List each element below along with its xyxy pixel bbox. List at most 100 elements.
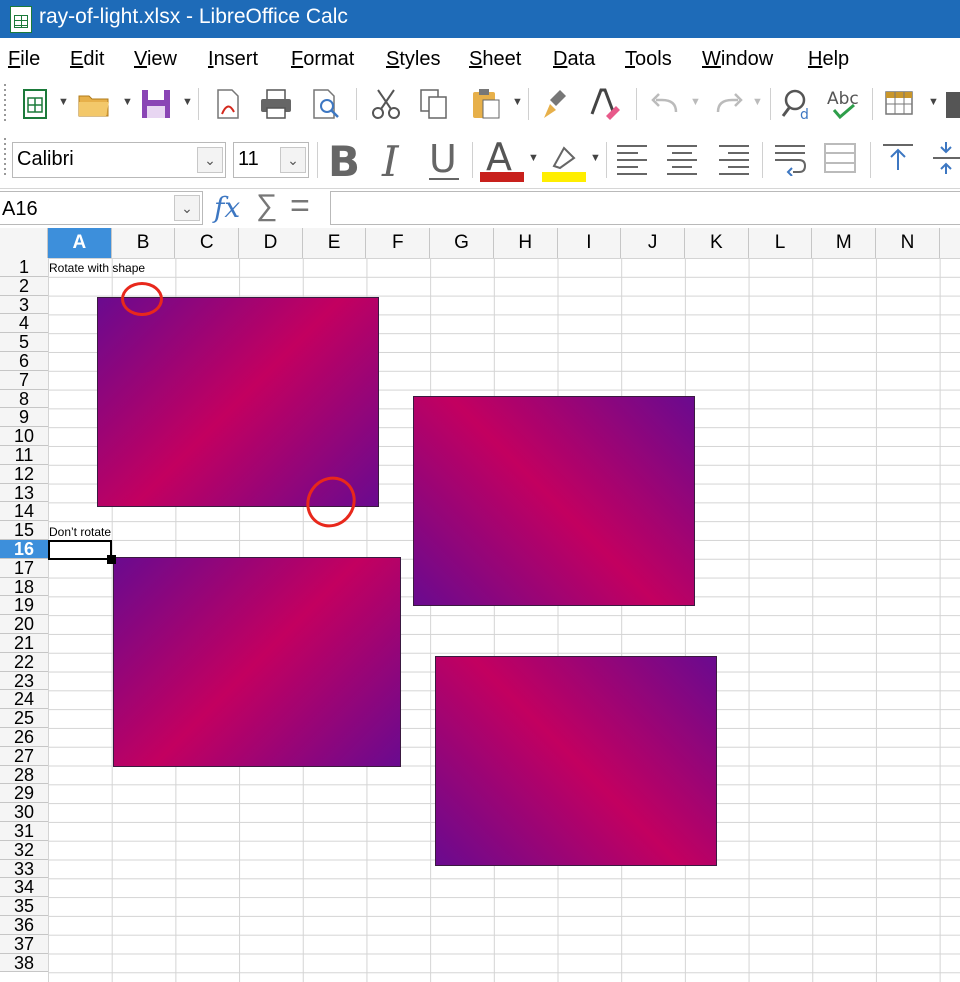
- font-color-icon[interactable]: A: [480, 136, 524, 182]
- paste-dropdown-icon[interactable]: ▼: [512, 96, 523, 108]
- cell-a1[interactable]: Rotate with shape: [49, 261, 145, 275]
- sum-icon[interactable]: ∑: [256, 189, 277, 223]
- font-name-box[interactable]: Calibri ⌄: [12, 142, 226, 178]
- row-header-14[interactable]: 14: [0, 502, 48, 522]
- open-folder-icon[interactable]: [76, 86, 112, 122]
- underline-icon[interactable]: U: [425, 138, 465, 182]
- row-header-11[interactable]: 11: [0, 446, 48, 465]
- row-column-dropdown-icon[interactable]: ▼: [928, 96, 939, 108]
- new-spreadsheet-icon[interactable]: [18, 86, 54, 122]
- undo-icon[interactable]: [648, 86, 684, 122]
- menu-styles[interactable]: Styles: [386, 48, 440, 71]
- row-header-32[interactable]: 32: [0, 840, 48, 860]
- row-header-9[interactable]: 9: [0, 408, 48, 428]
- menu-edit[interactable]: Edit: [70, 48, 104, 71]
- row-header-2[interactable]: 2: [0, 276, 48, 296]
- row-header-6[interactable]: 6: [0, 352, 48, 371]
- formula-input[interactable]: [330, 191, 960, 225]
- function-wizard-icon[interactable]: fx: [214, 191, 240, 224]
- align-left-icon[interactable]: [614, 140, 650, 176]
- chevron-down-icon[interactable]: ⌄: [197, 147, 223, 173]
- row-header-17[interactable]: 17: [0, 558, 48, 578]
- menu-tools[interactable]: Tools: [625, 48, 672, 71]
- copy-icon[interactable]: [416, 86, 452, 122]
- row-header-34[interactable]: 34: [0, 878, 48, 898]
- open-dropdown-icon[interactable]: ▼: [122, 96, 133, 108]
- merge-cells-icon[interactable]: [822, 140, 858, 176]
- row-header-24[interactable]: 24: [0, 690, 48, 710]
- toolbar-grip[interactable]: [4, 138, 6, 178]
- paste-icon[interactable]: [468, 86, 504, 122]
- print-icon[interactable]: [258, 86, 294, 122]
- formula-icon[interactable]: =: [290, 187, 310, 226]
- toolbar-grip[interactable]: [4, 84, 6, 122]
- font-size-box[interactable]: 11 ⌄: [233, 142, 309, 178]
- row-header-26[interactable]: 26: [0, 728, 48, 747]
- redo-dropdown-icon[interactable]: ▼: [752, 96, 763, 108]
- row-header-28[interactable]: 28: [0, 765, 48, 785]
- chevron-down-icon[interactable]: ⌄: [280, 147, 306, 173]
- row-header-1[interactable]: 1: [0, 258, 48, 277]
- menu-help[interactable]: Help: [808, 48, 849, 71]
- active-cell-cursor[interactable]: [48, 540, 112, 560]
- menu-view[interactable]: View: [134, 48, 177, 71]
- export-pdf-icon[interactable]: [210, 86, 246, 122]
- row-header-25[interactable]: 25: [0, 709, 48, 728]
- center-vertically-icon[interactable]: [930, 140, 960, 176]
- insert-table-icon[interactable]: [944, 86, 960, 122]
- highlighting-color-icon[interactable]: [542, 136, 586, 182]
- row-header-35[interactable]: 35: [0, 897, 48, 916]
- select-all-corner[interactable]: [0, 228, 48, 258]
- menu-sheet[interactable]: Sheet: [469, 48, 521, 71]
- column-header-i[interactable]: I: [558, 228, 622, 258]
- row-header-27[interactable]: 27: [0, 746, 48, 766]
- row-header-20[interactable]: 20: [0, 615, 48, 634]
- cell-a15[interactable]: Don’t rotate: [49, 525, 111, 539]
- row-header-33[interactable]: 33: [0, 859, 48, 879]
- font-color-dropdown-icon[interactable]: ▼: [528, 152, 539, 164]
- gradient-shape-bottom-right[interactable]: [435, 656, 717, 866]
- clone-formatting-icon[interactable]: [538, 86, 574, 122]
- column-header-g[interactable]: G: [430, 228, 494, 258]
- row-header-10[interactable]: 10: [0, 427, 48, 446]
- column-header-d[interactable]: D: [239, 228, 303, 258]
- menu-format[interactable]: Format: [291, 48, 354, 71]
- row-header-8[interactable]: 8: [0, 389, 48, 409]
- menu-file[interactable]: File: [8, 48, 40, 71]
- row-header-22[interactable]: 22: [0, 652, 48, 672]
- save-dropdown-icon[interactable]: ▼: [182, 96, 193, 108]
- row-header-21[interactable]: 21: [0, 634, 48, 653]
- column-header-m[interactable]: M: [812, 228, 877, 258]
- align-right-icon[interactable]: [716, 140, 752, 176]
- new-dropdown-icon[interactable]: ▼: [58, 96, 69, 108]
- row-column-icon[interactable]: [882, 86, 918, 122]
- row-header-29[interactable]: 29: [0, 784, 48, 804]
- gradient-shape-top-left[interactable]: [97, 297, 379, 507]
- redo-icon[interactable]: [710, 86, 746, 122]
- align-center-icon[interactable]: [664, 140, 700, 176]
- row-header-5[interactable]: 5: [0, 333, 48, 352]
- column-header-b[interactable]: B: [112, 228, 176, 258]
- align-top-icon[interactable]: [880, 140, 916, 176]
- row-header-13[interactable]: 13: [0, 483, 48, 503]
- column-header-k[interactable]: K: [685, 228, 749, 258]
- menu-window[interactable]: Window: [702, 48, 773, 71]
- row-header-12[interactable]: 12: [0, 464, 48, 484]
- menu-insert[interactable]: Insert: [208, 48, 258, 71]
- highlight-dropdown-icon[interactable]: ▼: [590, 152, 601, 164]
- find-replace-icon[interactable]: d: [780, 86, 816, 122]
- column-header-e[interactable]: E: [303, 228, 367, 258]
- column-header-j[interactable]: J: [621, 228, 685, 258]
- row-header-23[interactable]: 23: [0, 671, 48, 691]
- row-header-37[interactable]: 37: [0, 934, 48, 954]
- wrap-text-icon[interactable]: [772, 140, 808, 176]
- row-header-30[interactable]: 30: [0, 803, 48, 822]
- undo-dropdown-icon[interactable]: ▼: [690, 96, 701, 108]
- column-header-c[interactable]: C: [175, 228, 240, 258]
- column-header-h[interactable]: H: [494, 228, 558, 258]
- gradient-shape-bottom-left[interactable]: [113, 557, 401, 767]
- row-header-18[interactable]: 18: [0, 577, 48, 597]
- row-header-38[interactable]: 38: [0, 953, 48, 973]
- row-header-31[interactable]: 31: [0, 822, 48, 841]
- save-icon[interactable]: [138, 86, 174, 122]
